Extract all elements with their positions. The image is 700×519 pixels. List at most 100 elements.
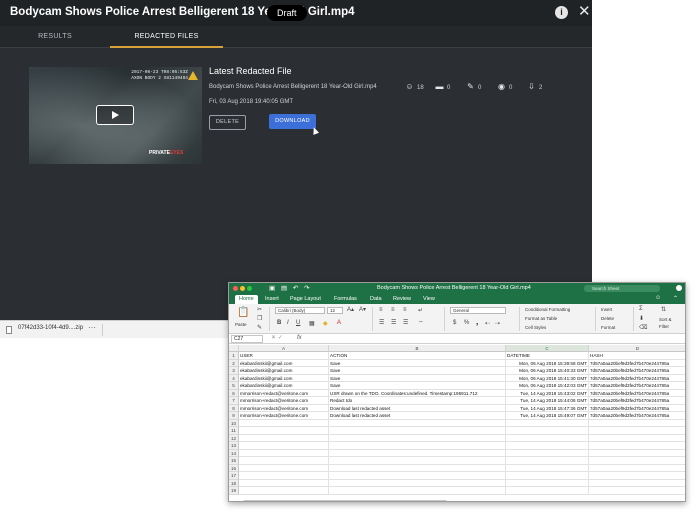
table-cell[interactable]: Mon, 06 Aug 2018 15:42:03 GMT	[506, 382, 589, 390]
table-cell[interactable]	[329, 442, 506, 450]
table-cell[interactable]: USR drawn on the TDO. Coordinates:undefi…	[329, 389, 506, 397]
ribbon-tab-home[interactable]: Home	[235, 295, 258, 304]
format-painter-icon[interactable]: ✎	[257, 324, 262, 331]
table-cell[interactable]: 7d57a0aa20bef9d3fed7b470e244785a	[589, 382, 685, 390]
table-cell[interactable]	[506, 472, 589, 480]
cut-icon[interactable]: ✂	[257, 306, 262, 313]
ribbon-tab-data[interactable]: Data	[366, 295, 386, 304]
table-cell[interactable]: Mon, 06 Aug 2018 15:40:33 GMT	[506, 367, 589, 375]
table-cell[interactable]: HASH	[589, 352, 685, 360]
table-cell[interactable]	[506, 434, 589, 442]
downloaded-file-name[interactable]: 07f42d33-10f4-4d9....zip	[18, 325, 83, 331]
table-cell[interactable]: 7d57a0aa20bef9d3fed7b470e244785a	[589, 375, 685, 382]
row-header[interactable]: 1	[229, 352, 239, 360]
table-cell[interactable]	[329, 479, 506, 487]
row-header[interactable]: 12	[229, 434, 239, 442]
table-cell[interactable]	[239, 449, 329, 457]
table-cell[interactable]: Save	[329, 382, 506, 390]
insert-function-icon[interactable]: fx	[297, 335, 302, 341]
table-cell[interactable]	[589, 487, 685, 495]
table-cell[interactable]	[589, 450, 685, 457]
table-cell[interactable]	[239, 434, 329, 442]
ribbon-tab-formulas[interactable]: Formulas	[330, 295, 361, 304]
row-header[interactable]: 9	[229, 412, 239, 420]
row-header[interactable]: 7	[229, 397, 239, 405]
table-cell[interactable]	[239, 442, 329, 450]
row-header[interactable]: 19	[229, 487, 239, 495]
autosum-icon[interactable]: Σ	[639, 306, 643, 312]
table-cell[interactable]: ekabardinskii@gmail.com	[239, 367, 329, 375]
table-cell[interactable]: mmorrison+redact@veritone.com	[239, 412, 329, 420]
row-header[interactable]: 10	[229, 419, 239, 427]
select-all-corner[interactable]	[229, 345, 239, 352]
table-cell[interactable]	[506, 464, 589, 472]
close-window-button[interactable]	[233, 286, 238, 291]
merge-cells-icon[interactable]: ⇔	[418, 319, 424, 325]
increase-decimal-icon[interactable]: ⇠	[485, 320, 490, 327]
table-cell[interactable]: mmorrison+redact@veritone.com	[239, 397, 329, 405]
sort-filter-icon[interactable]: ⇅	[661, 306, 666, 313]
tab-redacted-files[interactable]: REDACTED FILES	[110, 26, 223, 48]
quick-access-toolbar[interactable]: ▣ ▤ ↶ ↷	[269, 284, 312, 292]
table-cell[interactable]: Tue, 14 Aug 2018 15:47:36 GMT	[506, 404, 589, 412]
column-header-c[interactable]: C	[506, 345, 589, 352]
delete-cells-button[interactable]: Delete	[601, 316, 614, 321]
table-cell[interactable]: Mon, 06 Aug 2018 15:39:58 GMT	[506, 359, 589, 367]
delete-button[interactable]: DELETE	[209, 115, 246, 130]
minimize-window-button[interactable]	[240, 286, 245, 291]
table-cell[interactable]	[506, 479, 589, 487]
row-header[interactable]: 2	[229, 359, 239, 367]
row-header[interactable]: 17	[229, 472, 239, 480]
table-cell[interactable]: Save	[329, 359, 506, 367]
table-cell[interactable]: Tue, 14 Aug 2018 15:49:07 GMT	[506, 412, 589, 420]
table-cell[interactable]: Tue, 14 Aug 2018 15:43:02 GMT	[506, 389, 589, 397]
cancel-entry-icon[interactable]: ✕ ✓	[271, 334, 283, 341]
row-header[interactable]: 16	[229, 464, 239, 472]
font-color-icon[interactable]: A	[337, 320, 341, 326]
row-header[interactable]: 11	[229, 427, 239, 435]
row-header[interactable]: 14	[229, 449, 239, 457]
align-top-icon[interactable]: ≡	[379, 307, 383, 313]
comma-icon[interactable]: ❟	[476, 320, 478, 327]
play-button[interactable]	[96, 105, 134, 125]
user-icon[interactable]	[676, 285, 682, 291]
table-cell[interactable]: ekabardinskii@gmail.com	[239, 382, 329, 390]
table-cell[interactable]: Mon, 06 Aug 2018 15:41:30 GMT	[506, 374, 589, 382]
collapse-ribbon-icon[interactable]: ⌃	[673, 295, 678, 302]
table-cell[interactable]: 7d57a0aa20bef9d3fed7b470e244785a	[589, 397, 685, 405]
italic-icon[interactable]: I	[287, 320, 289, 326]
table-cell[interactable]	[589, 457, 685, 465]
row-header[interactable]: 8	[229, 404, 239, 412]
tab-results[interactable]: RESULTS	[0, 26, 110, 48]
filter-label[interactable]: Filter	[659, 324, 669, 329]
paste-label[interactable]: Paste	[235, 322, 247, 327]
table-cell[interactable]	[239, 464, 329, 472]
feedback-icon[interactable]: ☺	[655, 295, 661, 301]
number-format-select[interactable]: General	[450, 307, 506, 314]
table-cell[interactable]: mmorrison+redact@veritone.com	[239, 389, 329, 397]
table-cell[interactable]	[239, 487, 329, 495]
copy-icon[interactable]: ❐	[257, 315, 262, 322]
table-cell[interactable]: 7d57a0aa20bef9d3fed7b470e244785a	[589, 390, 685, 397]
search-sheet-input[interactable]: Search Sheet	[584, 285, 660, 292]
table-cell[interactable]	[589, 420, 685, 427]
table-cell[interactable]: 7d57a0aa20bef9d3fed7b470e244785a	[589, 412, 685, 420]
table-cell[interactable]: Download last redacted asset	[329, 412, 506, 420]
table-cell[interactable]: Tue, 14 Aug 2018 15:44:06 GMT	[506, 397, 589, 405]
ribbon-tab-view[interactable]: View	[419, 295, 439, 304]
format-cells-button[interactable]: Format	[601, 325, 615, 330]
table-cell[interactable]	[239, 427, 329, 435]
table-cell[interactable]	[589, 427, 685, 435]
row-header[interactable]: 4	[229, 374, 239, 382]
table-cell[interactable]	[329, 449, 506, 457]
table-cell[interactable]	[589, 435, 685, 442]
insert-cells-button[interactable]: Insert	[601, 307, 612, 312]
table-cell[interactable]	[589, 442, 685, 450]
table-cell[interactable]: USER	[239, 352, 329, 360]
row-header[interactable]: 3	[229, 367, 239, 375]
table-cell[interactable]	[506, 457, 589, 465]
more-options-icon[interactable]: ···	[88, 323, 96, 332]
table-cell[interactable]	[329, 464, 506, 472]
fill-color-icon[interactable]: ◆	[323, 320, 328, 327]
row-header[interactable]: 6	[229, 389, 239, 397]
